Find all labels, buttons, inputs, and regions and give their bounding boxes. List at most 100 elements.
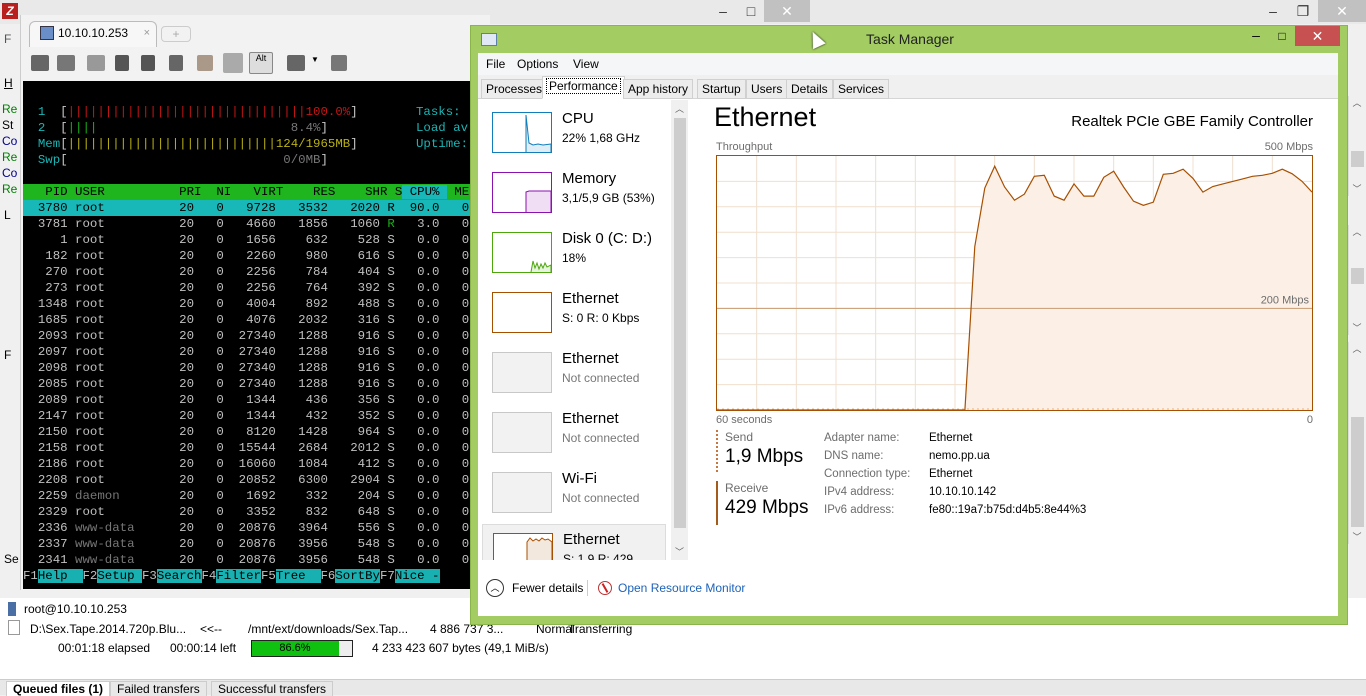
column-header-pid[interactable]: PID [23, 185, 67, 199]
sidebar-item-disk-0-c-d[interactable]: Disk 0 (C: D:) 18% [482, 224, 666, 284]
process-row[interactable]: 2259 daemon 20 0 1692 332 204 S 0.0 0.0 [23, 488, 471, 504]
copy-icon[interactable] [141, 55, 155, 71]
process-row[interactable]: 2208 root 20 0 20852 6300 2904 S 0.0 0.3 [23, 472, 471, 488]
fkey-f5[interactable]: F5 [261, 569, 276, 583]
tab-queued-files[interactable]: Queued files (1) [6, 681, 111, 696]
sidebar-item-wi-fi[interactable]: Wi-Fi Not connected [482, 464, 666, 524]
process-row[interactable]: 2186 root 20 0 16060 1084 412 S 0.0 0.1 [23, 456, 471, 472]
process-row[interactable]: 3781 root 20 0 4660 1856 1060 R 3.0 0.1 [23, 216, 471, 232]
log-icon[interactable] [223, 53, 243, 73]
session-tab[interactable]: 10.10.10.253 × [29, 21, 157, 47]
fkey-label[interactable]: Setup [97, 569, 142, 583]
process-row[interactable]: 1 root 20 0 1656 632 528 S 0.0 0.0 [23, 232, 471, 248]
tab-details[interactable]: Details [786, 79, 833, 99]
process-row[interactable]: 2150 root 20 0 8120 1428 964 S 0.0 0.1 [23, 424, 471, 440]
fz-close-button[interactable]: ✕ [764, 0, 810, 22]
info-icon[interactable] [331, 55, 347, 71]
new-session-icon[interactable] [31, 55, 49, 71]
close-tab-icon[interactable]: × [144, 27, 150, 39]
column-header-shr[interactable]: SHR [335, 185, 387, 199]
bg-close-button[interactable]: ✕ [1318, 0, 1366, 22]
queue-local-file[interactable]: D:\Sex.Tape.2014.720p.Blu... [30, 622, 186, 636]
chevron-up-icon[interactable]: ︿ [486, 579, 504, 597]
minimize-button[interactable]: – [1243, 26, 1269, 48]
process-row[interactable]: 3780 root 20 0 9728 3532 2020 R 90.0 0.2 [23, 200, 471, 216]
keyboard-icon[interactable] [287, 55, 305, 71]
remote-log-scrollbar[interactable]: ︿ ﹀ [1348, 96, 1364, 196]
fkey-f4[interactable]: F4 [202, 569, 217, 583]
tab-app-history[interactable]: App history [623, 79, 694, 99]
sidebar-item-ethernet[interactable]: Ethernet Not connected [482, 344, 666, 404]
tab-successful-transfers[interactable]: Successful transfers [211, 681, 334, 696]
tab-users[interactable]: Users [746, 79, 788, 99]
fkey-f7[interactable]: F7 [380, 569, 395, 583]
column-header-user[interactable]: USER [68, 185, 142, 199]
process-row[interactable]: 273 root 20 0 2256 764 392 S 0.0 0.0 [23, 280, 471, 296]
tab-services[interactable]: Services [833, 79, 890, 99]
fkey-f2[interactable]: F2 [83, 569, 98, 583]
fkey-label[interactable]: Nice - [394, 569, 440, 583]
column-header-pri[interactable]: PRI [142, 185, 201, 199]
task-manager-titlebar[interactable]: Task Manager – □ ✕ [471, 26, 1349, 52]
sidebar-scrollbar[interactable]: ︿ ﹀ [671, 100, 688, 560]
process-row[interactable]: 2147 root 20 0 1344 432 352 S 0.0 0.0 [23, 408, 471, 424]
process-row[interactable]: 2329 root 20 0 3352 832 648 S 0.0 0.0 [23, 504, 471, 520]
column-header-mem-pct[interactable]: MEM% [447, 185, 471, 199]
column-header-cpu-pct[interactable]: CPU% [402, 185, 447, 199]
new-tab-button[interactable]: + [161, 26, 191, 42]
process-row[interactable]: 2085 root 20 0 27340 1288 916 S 0.0 0.1 [23, 376, 471, 392]
duplicate-session-icon[interactable] [57, 55, 75, 71]
paste-icon[interactable] [169, 55, 183, 71]
tab-performance[interactable]: Performance [542, 76, 625, 99]
tab-startup[interactable]: Startup [697, 79, 746, 99]
close-button[interactable]: ✕ [1295, 26, 1340, 46]
menu-options[interactable]: Options [517, 57, 558, 71]
menu-view[interactable]: View [573, 57, 599, 71]
process-row[interactable]: 1685 root 20 0 4076 2032 316 S 0.0 0.1 [23, 312, 471, 328]
terminal-screen[interactable]: 1 [||||||||||||||||||||||||||||||||100.0… [23, 81, 471, 589]
sidebar-scroll-thumb[interactable] [674, 118, 686, 528]
column-header-s[interactable]: S [387, 185, 402, 199]
process-row[interactable]: 2089 root 20 0 1344 436 356 S 0.0 0.0 [23, 392, 471, 408]
settings-wrench-icon[interactable] [115, 55, 129, 71]
clear-broom-icon[interactable] [197, 55, 213, 71]
fkey-f6[interactable]: F6 [321, 569, 336, 583]
fkey-label[interactable]: Filter [216, 569, 261, 583]
tab-failed-transfers[interactable]: Failed transfers [110, 681, 207, 696]
column-header-virt[interactable]: VIRT [231, 185, 284, 199]
process-row[interactable]: 2098 root 20 0 27340 1288 916 S 0.0 0.1 [23, 360, 471, 376]
process-row[interactable]: 1348 root 20 0 4004 892 488 S 0.0 0.0 [23, 296, 471, 312]
menu-file[interactable]: File [486, 57, 505, 71]
process-row[interactable]: 2336 www-data 20 0 20876 3964 556 S 0.0 … [23, 520, 471, 536]
sidebar-item-ethernet[interactable]: Ethernet S: 0 R: 0 Kbps [482, 284, 666, 344]
alt-key-icon[interactable]: Alt [249, 52, 273, 74]
process-table-header[interactable]: PID USER PRI NI VIRT RES SHR S CPU% MEM% [23, 184, 471, 200]
open-resource-monitor-link[interactable]: Open Resource Monitor [618, 581, 745, 595]
fewer-details-button[interactable]: Fewer details [512, 581, 583, 595]
fkey-label[interactable]: Search [156, 569, 202, 583]
process-row[interactable]: 270 root 20 0 2256 784 404 S 0.0 0.0 [23, 264, 471, 280]
tab-processes[interactable]: Processes [481, 79, 548, 99]
process-row[interactable]: 2097 root 20 0 27340 1288 916 S 0.0 0.1 [23, 344, 471, 360]
dropdown-arrow-icon[interactable]: ▼ [311, 55, 319, 71]
process-row[interactable]: 2093 root 20 0 27340 1288 916 S 0.0 0.1 [23, 328, 471, 344]
process-row[interactable]: 182 root 20 0 2260 980 616 S 0.0 0.0 [23, 248, 471, 264]
fkey-f1[interactable]: F1 [23, 569, 38, 583]
clone-session-icon[interactable] [87, 55, 105, 71]
sidebar-item-memory[interactable]: Memory 3,1/5,9 GB (53%) [482, 164, 666, 224]
maximize-button[interactable]: □ [1269, 26, 1295, 48]
sidebar-item-cpu[interactable]: CPU 22% 1,68 GHz [482, 104, 666, 164]
process-row[interactable]: 2158 root 20 0 15544 2684 2012 S 0.0 0.1 [23, 440, 471, 456]
fkey-label[interactable]: Help [37, 569, 83, 583]
column-header-res[interactable]: RES [283, 185, 335, 199]
process-row[interactable]: 2337 www-data 20 0 20876 3956 548 S 0.0 … [23, 536, 471, 552]
process-row[interactable]: 2341 www-data 20 0 20876 3956 548 S 0.0 … [23, 552, 471, 568]
remote-tree-scrollbar[interactable]: ︿ ﹀ [1348, 225, 1364, 335]
remote-files-scrollbar[interactable]: ︿ ﹀ [1348, 342, 1364, 544]
fkey-label[interactable]: Tree [275, 569, 321, 583]
fkey-f3[interactable]: F3 [142, 569, 157, 583]
sidebar-item-ethernet[interactable]: Ethernet S: 1,9 R: 429 Mbps [482, 524, 666, 560]
sidebar-item-ethernet[interactable]: Ethernet Not connected [482, 404, 666, 464]
column-header-ni[interactable]: NI [201, 185, 231, 199]
fkey-label[interactable]: SortBy [335, 569, 380, 583]
